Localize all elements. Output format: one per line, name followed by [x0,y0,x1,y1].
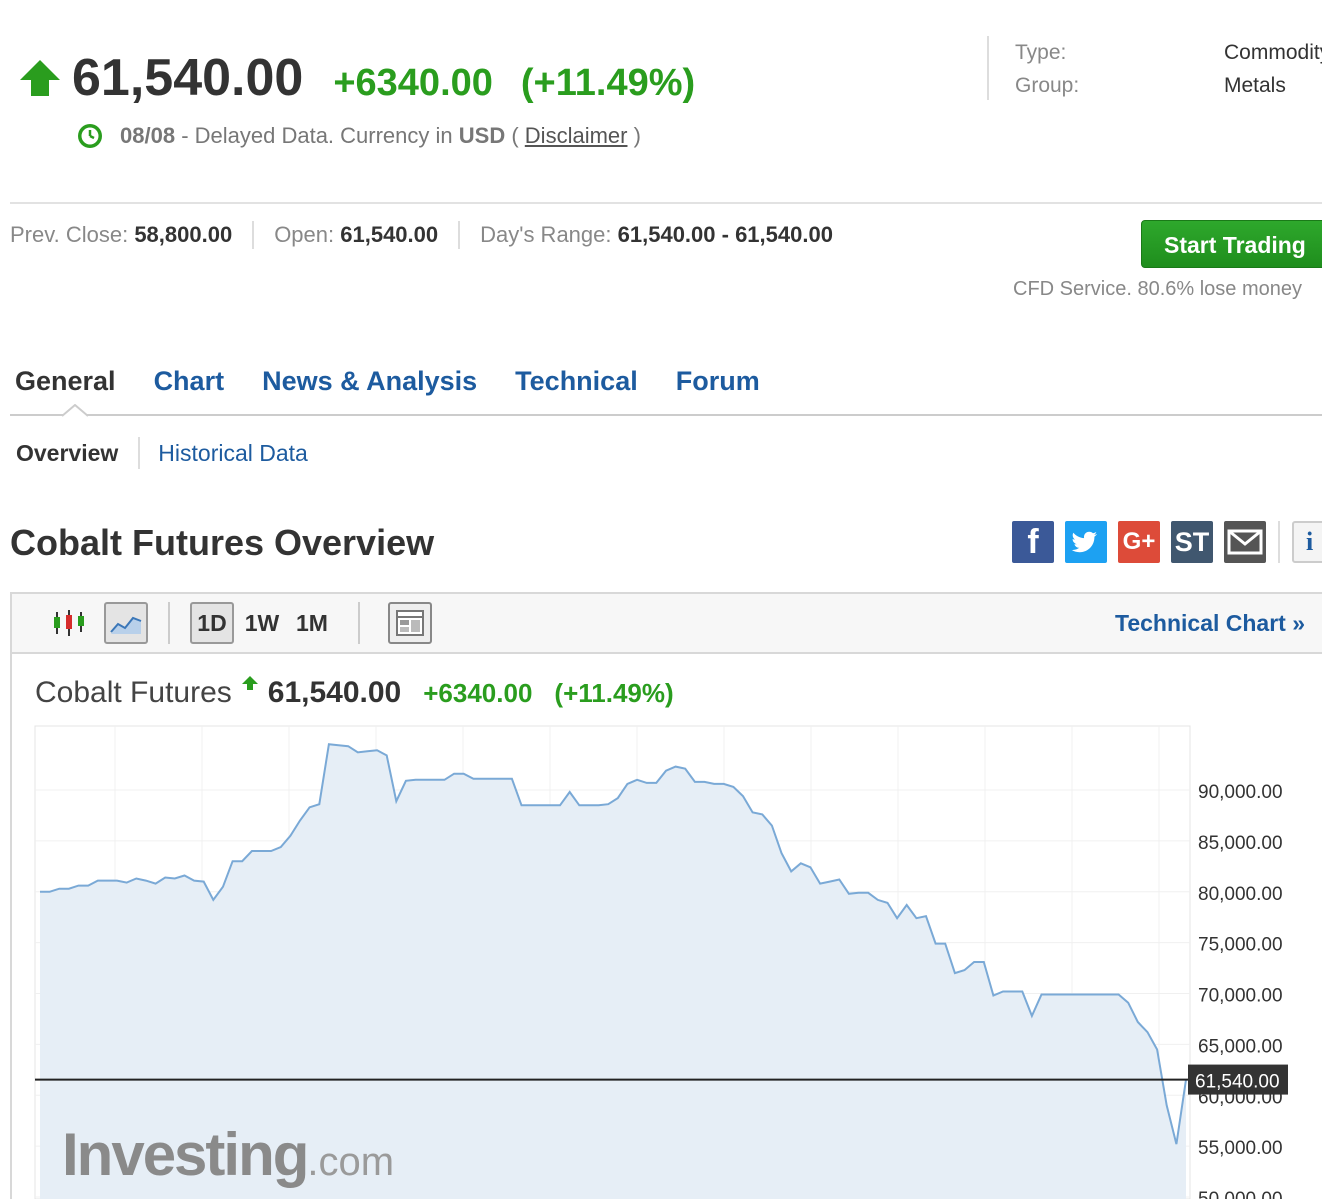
y-tick-label: 80,000.00 [1198,884,1283,905]
investing-logo: Investing.com [62,1120,394,1189]
y-tick-label: 85,000.00 [1198,833,1283,854]
y-tick-label: 90,000.00 [1198,782,1283,803]
y-tick-label: 55,000.00 [1198,1138,1283,1159]
y-tick-label: 65,000.00 [1198,1036,1283,1057]
price-area-chart[interactable]: 90,000.00 85,000.00 80,000.00 75,000.00 70,0… [0,0,1322,1199]
y-tick-label: 75,000.00 [1198,935,1283,956]
logo-text: Investing [62,1121,309,1188]
current-price-label: 61,540.00 [1195,1072,1280,1093]
y-tick-label: 70,000.00 [1198,986,1283,1007]
y-tick-label: 50,000.00 [1198,1189,1283,1199]
logo-suffix: .com [307,1140,395,1184]
